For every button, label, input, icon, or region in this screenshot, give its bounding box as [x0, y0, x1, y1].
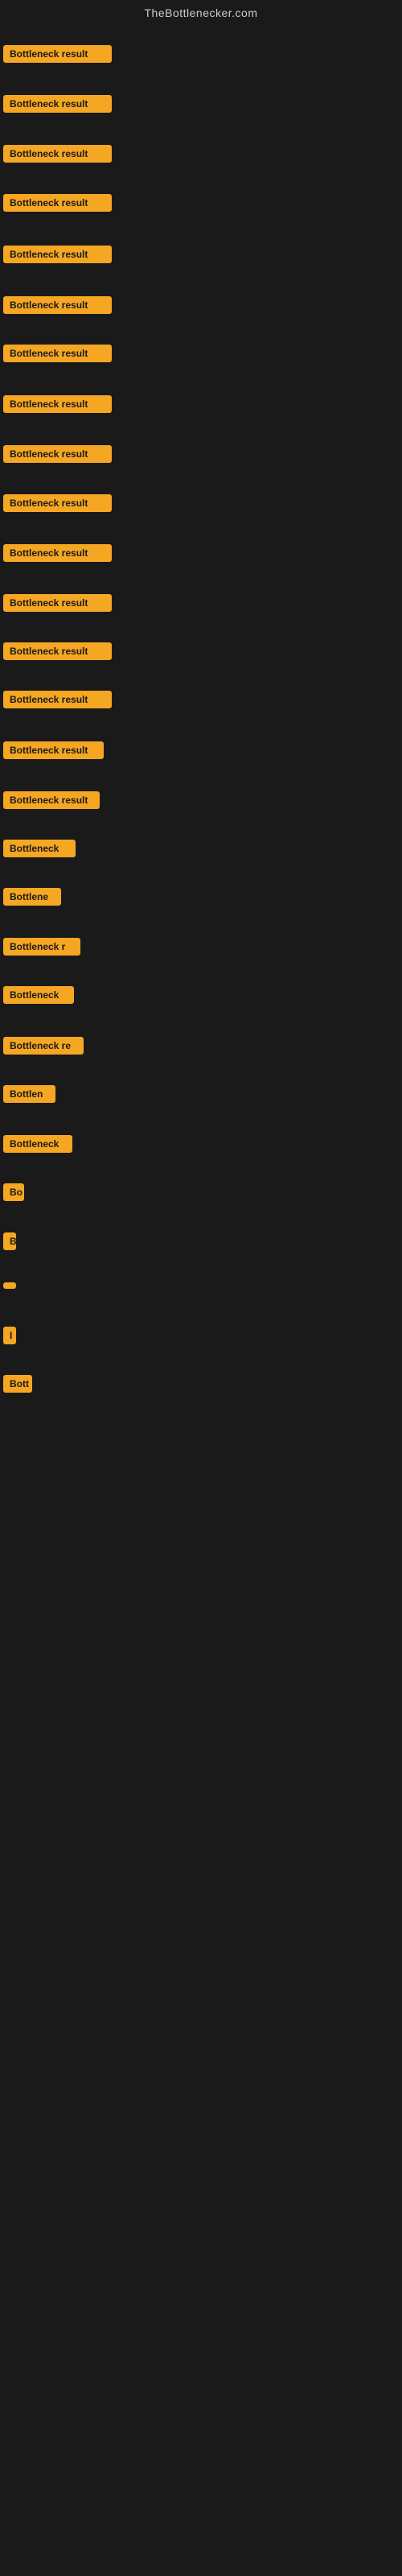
bottleneck-item: Bottleneck result [3, 194, 112, 216]
bottleneck-badge[interactable]: Bottleneck result [3, 642, 112, 660]
bottleneck-item: Bottleneck [3, 840, 76, 861]
bottleneck-item: Bottleneck result [3, 395, 112, 417]
bottleneck-item: Bottleneck result [3, 296, 112, 318]
bottleneck-badge[interactable]: Bottleneck [3, 986, 74, 1004]
bottleneck-badge[interactable]: Bottleneck result [3, 395, 112, 413]
bottleneck-badge[interactable]: Bottleneck result [3, 445, 112, 463]
bottleneck-item: Bottleneck result [3, 45, 112, 67]
bottleneck-item: B [3, 1232, 16, 1254]
bottleneck-badge[interactable]: Bottleneck result [3, 345, 112, 362]
bottleneck-item: Bo [3, 1183, 24, 1205]
bottleneck-badge[interactable] [3, 1282, 16, 1289]
bottleneck-badge[interactable]: Bottleneck [3, 1135, 72, 1153]
site-title: TheBottlenecker.com [0, 0, 402, 23]
bottleneck-list: Bottleneck result Bottleneck result Bottle… [0, 23, 402, 2558]
bottleneck-badge[interactable]: I [3, 1327, 16, 1344]
bottleneck-item: Bottleneck result [3, 246, 112, 267]
bottleneck-badge[interactable]: Bottleneck result [3, 296, 112, 314]
bottleneck-item: Bottleneck re [3, 1037, 84, 1059]
bottleneck-badge[interactable]: Bottleneck result [3, 194, 112, 212]
bottleneck-item: Bottleneck [3, 986, 74, 1008]
bottleneck-badge[interactable]: Bottleneck result [3, 594, 112, 612]
bottleneck-item [3, 1278, 16, 1293]
bottleneck-badge[interactable]: Bottleneck result [3, 494, 112, 512]
bottleneck-item: Bottleneck result [3, 345, 112, 366]
bottleneck-item: Bottleneck result [3, 642, 112, 664]
bottleneck-item: Bottleneck result [3, 145, 112, 167]
bottleneck-item: Bottleneck result [3, 95, 112, 117]
bottleneck-badge[interactable]: Bottlene [3, 888, 61, 906]
bottleneck-badge[interactable]: Bottleneck result [3, 741, 104, 759]
bottleneck-badge[interactable]: Bottleneck re [3, 1037, 84, 1055]
bottleneck-badge[interactable]: Bottleneck result [3, 45, 112, 63]
bottleneck-item: Bottlene [3, 888, 61, 910]
bottleneck-badge[interactable]: Bott [3, 1375, 32, 1393]
bottleneck-item: I [3, 1327, 16, 1348]
bottleneck-badge[interactable]: Bottleneck [3, 840, 76, 857]
bottleneck-badge[interactable]: Bottleneck result [3, 544, 112, 562]
bottleneck-item: Bottleneck result [3, 544, 112, 566]
bottleneck-badge[interactable]: Bottleneck result [3, 95, 112, 113]
bottleneck-badge[interactable]: Bottlen [3, 1085, 55, 1103]
bottleneck-badge[interactable]: Bottleneck result [3, 691, 112, 708]
bottleneck-item: Bott [3, 1375, 32, 1397]
bottleneck-item: Bottleneck result [3, 494, 112, 516]
bottleneck-item: Bottleneck result [3, 594, 112, 616]
bottleneck-item: Bottleneck result [3, 791, 100, 813]
bottleneck-badge[interactable]: B [3, 1232, 16, 1250]
bottleneck-badge[interactable]: Bottleneck result [3, 246, 112, 263]
bottleneck-badge[interactable]: Bottleneck result [3, 791, 100, 809]
bottleneck-badge[interactable]: Bo [3, 1183, 24, 1201]
bottleneck-item: Bottleneck [3, 1135, 72, 1157]
site-title-bar: TheBottlenecker.com [0, 0, 402, 23]
bottleneck-badge[interactable]: Bottleneck r [3, 938, 80, 956]
bottleneck-item: Bottleneck result [3, 445, 112, 467]
bottleneck-badge[interactable]: Bottleneck result [3, 145, 112, 163]
bottleneck-item: Bottleneck result [3, 741, 104, 763]
bottleneck-item: Bottlen [3, 1085, 55, 1107]
bottleneck-item: Bottleneck r [3, 938, 80, 960]
bottleneck-item: Bottleneck result [3, 691, 112, 712]
